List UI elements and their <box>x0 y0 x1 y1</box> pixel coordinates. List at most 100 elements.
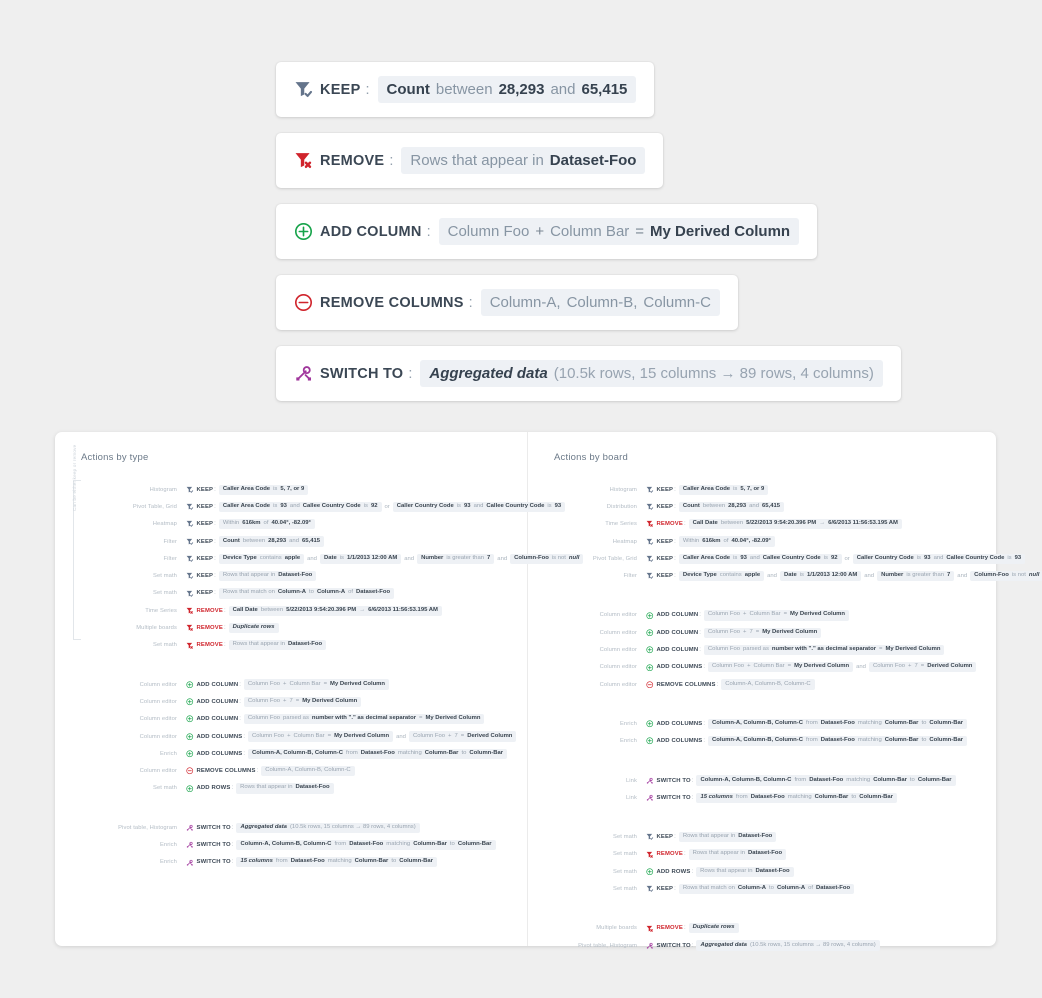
action-row[interactable]: Filter KEEP: Device Type contains apple and Da… <box>81 550 584 567</box>
action-row[interactable]: Set math REMOVE: Rows that appear in Datase… <box>554 846 996 863</box>
action-card[interactable]: ADD COLUMN: Column Foo + Column Bar = My Deri… <box>276 204 818 259</box>
action-row[interactable]: Column editor REMOVE COLUMNS: Column-A, Co… <box>554 676 996 693</box>
action-expression-pill[interactable]: Device Type contains apple <box>218 553 305 564</box>
action-row[interactable]: Enrich ADD COLUMNS: Column-A, Column-B, Co… <box>554 715 996 732</box>
action-row[interactable]: Pivot table, Histogram SWITCH TO: Aggregat… <box>81 819 527 836</box>
action-expression-pill[interactable]: Column-A, Column-B, Column-C from Dataset-… <box>236 839 496 851</box>
action-expression-pill[interactable]: Number is greater than 7 <box>877 570 955 582</box>
action-expression-pill[interactable]: Column Foo parsed as number with "." as de… <box>703 644 945 656</box>
action-row[interactable]: Column editor ADD COLUMN: Column Foo +7 = My … <box>81 693 527 710</box>
action-row[interactable]: Column editor ADD COLUMN: Column Foo +7 = My … <box>554 624 996 641</box>
action-expression-pill[interactable]: Caller Area Code is 93 and Callee Country Co… <box>218 501 382 513</box>
action-expression-pill[interactable]: Caller Country Code is 93 and Callee Country… <box>852 553 1026 564</box>
action-expression-pill[interactable]: Column-Foo is not null <box>970 570 1042 582</box>
action-expression-pill[interactable]: Aggregated data (10.5k rows, 15 columns →… <box>236 822 420 833</box>
action-expression-pill[interactable]: Column-A, Column-B, Column-C from Dataset-… <box>708 718 968 730</box>
action-expression-pill[interactable]: Column-A, Column-B, Column-C from Dataset-… <box>708 736 968 747</box>
action-row[interactable]: Column editor ADD COLUMN: Column Foo parsed… <box>81 711 527 728</box>
action-row[interactable]: Link SWITCH TO: Column-A, Column-B, Column… <box>554 772 996 789</box>
action-row[interactable]: Set math KEEP: Rows that match on Column-A t… <box>554 880 996 897</box>
action-row[interactable]: Histogram KEEP: Caller Area Code is 5, 7, or… <box>81 481 527 498</box>
action-expression-pill[interactable]: Call Date between 5/22/2013 9:54:20.396 PM… <box>228 605 442 616</box>
action-row[interactable]: Filter KEEP: Count between 28,293 and 65,415 <box>81 533 527 550</box>
action-row[interactable]: Column editor REMOVE COLUMNS: Column-A, Co… <box>81 762 527 779</box>
action-expression-pill[interactable]: Column Foo +7 = My Derived Column <box>703 627 822 638</box>
action-expression-pill[interactable]: Column Foo parsed as number with "." as de… <box>243 714 485 725</box>
action-expression-pill[interactable]: Duplicate rows <box>228 622 279 634</box>
action-row[interactable]: Heatmap KEEP: Within 616km of 40.04°, -82.09° <box>554 533 996 550</box>
action-expression-pill[interactable]: Column-A, Column-B, Column-C from Dataset-… <box>696 775 956 786</box>
action-row[interactable]: Multiple boards REMOVE: Duplicate rows <box>81 619 527 636</box>
action-row[interactable]: Distribution KEEP: Count between 28,293 and 65… <box>554 498 996 515</box>
action-expression-pill[interactable]: Column Foo + Column Bar = My Derived Column <box>708 662 854 673</box>
action-row[interactable]: Enrich SWITCH TO:15 columns from Dataset-Fo… <box>81 854 527 871</box>
action-expression-pill[interactable]: Rows that appear in Dataset-Foo <box>236 783 334 794</box>
action-row[interactable]: Set math ADD ROWS: Rows that appear in Data… <box>554 863 996 880</box>
action-row[interactable]: Pivot Table, Grid KEEP: Caller Area Code is… <box>81 498 566 515</box>
action-row[interactable]: Heatmap KEEP: Within 616km of 40.04°, -82.09° <box>81 516 527 533</box>
action-row[interactable]: Column editor ADD COLUMN: Column Foo + Colum… <box>554 607 996 624</box>
action-expression-pill[interactable]: Column-A, Column-B, Column-C <box>480 289 720 316</box>
action-expression-pill[interactable]: Number is greater than 7 <box>417 553 495 564</box>
action-card[interactable]: KEEP: Count between 28,293 and 65,415 <box>276 62 655 117</box>
action-row[interactable]: Link SWITCH TO:15 columns from Dataset-Foo m… <box>554 789 996 806</box>
action-row[interactable]: Enrich ADD COLUMNS: Column-A, Column-B, Co… <box>554 733 996 750</box>
action-expression-pill[interactable]: Column Foo +7 = Derived Column <box>408 731 517 742</box>
action-expression-pill[interactable]: Call Date between 5/22/2013 9:54:20.396 PM… <box>688 519 902 530</box>
action-expression-pill[interactable]: Aggregated data (10.5k rows, 15 columns →… <box>696 940 880 951</box>
action-expression-pill[interactable]: Rows that appear in Dataset-Foo <box>228 640 327 651</box>
action-row[interactable]: Set math KEEP: Rows that appear in Dataset-… <box>554 828 996 845</box>
action-row[interactable]: Enrich SWITCH TO: Column-A, Column-B, Colu… <box>81 836 527 853</box>
action-expression-pill[interactable]: Rows that appear in Dataset-Foo <box>696 866 794 877</box>
action-expression-pill[interactable]: Count between 28,293 and 65,415 <box>377 76 637 103</box>
action-expression-pill[interactable]: 15 columns from Dataset-Foo matching Column-… <box>236 857 437 868</box>
action-row[interactable]: Pivot table, Histogram SWITCH TO: Aggregat… <box>554 937 996 954</box>
action-expression-pill[interactable]: Caller Area Code is 5, 7, or 9 <box>678 484 769 495</box>
action-row[interactable]: Column editor ADD COLUMN: Column Foo parsed… <box>554 641 996 658</box>
action-expression-pill[interactable]: Rows that match on Column-A to Column-A of Da… <box>678 883 855 895</box>
action-expression-pill[interactable]: Column Foo + Column Bar = My Derived Column <box>243 679 390 690</box>
action-expression-pill[interactable]: Device Type contains apple <box>678 570 765 582</box>
action-expression-pill[interactable]: Caller Area Code is 5, 7, or 9 <box>218 484 309 495</box>
action-expression-pill[interactable]: Rows that appear in Dataset-Foo <box>218 570 317 582</box>
action-expression-pill[interactable]: Aggregated data (10.5k rows, 15 columns →… <box>420 360 883 387</box>
action-expression-pill[interactable]: Count between 28,293 and 65,415 <box>678 501 785 513</box>
action-expression-pill[interactable]: 15 columns from Dataset-Foo matching Column-… <box>696 792 897 803</box>
action-expression-pill[interactable]: Column Foo +7 = My Derived Column <box>243 696 362 708</box>
action-row[interactable]: Filter KEEP: Device Type contains apple and Da… <box>554 567 1042 584</box>
action-row[interactable]: Enrich ADD COLUMNS: Column-A, Column-B, Co… <box>81 745 527 762</box>
action-expression-pill[interactable]: Column Foo +7 = Derived Column <box>868 662 977 673</box>
action-row[interactable]: Column editor ADD COLUMNS: Column Foo + Colu… <box>554 659 996 676</box>
action-expression-pill[interactable]: Count between 28,293 and 65,415 <box>218 536 325 547</box>
action-row[interactable]: Set math REMOVE: Rows that appear in Datase… <box>81 637 527 654</box>
action-expression-pill[interactable]: Column-A, Column-B, Column-C from Dataset-… <box>248 748 508 759</box>
action-expression-pill[interactable]: Column Foo + Column Bar = My Derived Column <box>703 610 850 621</box>
action-card[interactable]: REMOVE COLUMNS: Column-A, Column-B, Column-… <box>276 275 738 330</box>
action-expression-pill[interactable]: Rows that appear in Dataset-Foo <box>401 147 646 174</box>
action-expression-pill[interactable]: Within 616km of 40.04°, -82.09° <box>218 519 315 530</box>
action-expression-pill[interactable]: Within 616km of 40.04°, -82.09° <box>678 536 775 547</box>
action-row[interactable]: Column editor ADD COLUMNS: Column Foo + Colu… <box>81 728 527 745</box>
action-expression-pill[interactable]: Caller Area Code is 93 and Callee Country Co… <box>678 553 842 564</box>
action-expression-pill[interactable]: Column Foo + Column Bar = My Derived Column <box>248 731 394 742</box>
action-row[interactable]: Column editor ADD COLUMN: Column Foo + Colum… <box>81 676 527 693</box>
action-row[interactable]: Multiple boards REMOVE: Duplicate rows <box>554 920 996 937</box>
action-row[interactable]: Time Series REMOVE: Call Date between 5/22/2… <box>554 516 996 533</box>
action-row[interactable]: Histogram KEEP: Caller Area Code is 5, 7, or… <box>554 481 996 498</box>
action-expression-pill[interactable]: Rows that appear in Dataset-Foo <box>688 849 787 860</box>
action-expression-pill[interactable]: Date is 1/1/2013 12:00 AM <box>779 570 862 582</box>
action-row[interactable]: Set math KEEP: Rows that match on Column-A t… <box>81 585 527 602</box>
action-expression-pill[interactable]: Rows that match on Column-A to Column-A of Da… <box>218 588 395 599</box>
action-expression-pill[interactable]: Column-A, Column-B, Column-C <box>721 679 815 690</box>
action-expression-pill[interactable]: Column-A, Column-B, Column-C <box>261 765 355 777</box>
action-expression-pill[interactable]: Date is 1/1/2013 12:00 AM <box>319 553 402 564</box>
action-row[interactable]: Set math KEEP: Rows that appear in Dataset-… <box>81 567 527 584</box>
action-expression-pill[interactable]: Duplicate rows <box>688 923 739 934</box>
action-card[interactable]: SWITCH TO: Aggregated data (10.5k rows, 15… <box>276 346 901 401</box>
action-card[interactable]: REMOVE: Rows that appear in Dataset-Foo <box>276 133 664 188</box>
action-row[interactable]: Time Series REMOVE: Call Date between 5/22/2… <box>81 602 527 619</box>
action-expression-pill[interactable]: Column Foo + Column Bar = My Derived Column <box>438 218 800 245</box>
action-row[interactable]: Pivot Table, Grid KEEP: Caller Area Code is… <box>554 550 1026 567</box>
action-expression-pill[interactable]: Rows that appear in Dataset-Foo <box>678 831 777 843</box>
action-row[interactable]: Set math ADD ROWS: Rows that appear in Data… <box>81 780 527 797</box>
